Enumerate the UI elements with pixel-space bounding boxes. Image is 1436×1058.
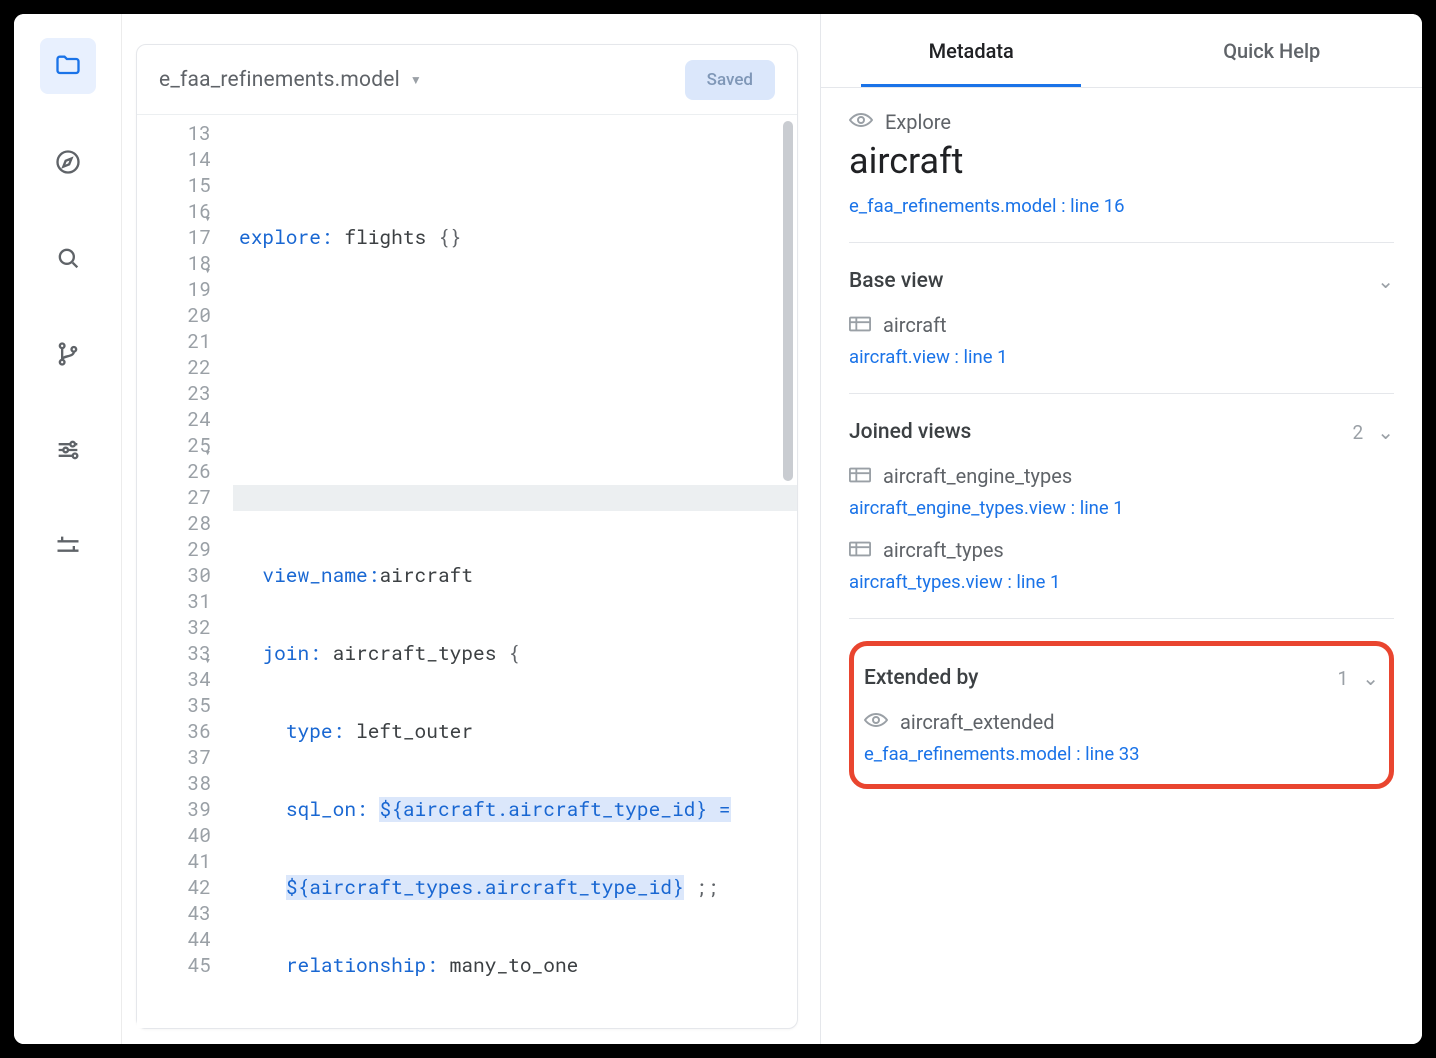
explore-icon xyxy=(864,710,888,734)
code-editor: e_faa_refinements.model ▼ Saved 13141516… xyxy=(136,44,798,1029)
view-icon xyxy=(849,464,871,488)
chevron-down-icon: ⌄ xyxy=(1362,666,1379,690)
explore-icon xyxy=(849,110,873,134)
search-icon[interactable] xyxy=(40,230,96,286)
editor-body[interactable]: 1314151617181920212223242526272829303132… xyxy=(137,115,797,1028)
settings-sliders-icon[interactable] xyxy=(40,422,96,478)
joined-view-link[interactable]: aircraft_types.view : line 1 xyxy=(849,568,1394,596)
section-extended-by[interactable]: Extended by 1⌄ xyxy=(864,662,1379,694)
view-layout-icon[interactable] xyxy=(40,518,96,574)
extended-link[interactable]: e_faa_refinements.model : line 33 xyxy=(864,740,1379,768)
compass-icon[interactable] xyxy=(40,134,96,190)
extended-by-callout: Extended by 1⌄ aircraft_extended e_faa_r… xyxy=(849,641,1394,789)
joined-view-link[interactable]: aircraft_engine_types.view : line 1 xyxy=(849,494,1394,522)
tab-quick-help[interactable]: Quick Help xyxy=(1122,39,1423,63)
object-kind: Explore xyxy=(885,110,951,134)
section-base-view[interactable]: Base view ⌄ xyxy=(849,265,1394,297)
joined-view-name: aircraft_types xyxy=(883,538,1004,562)
file-name: e_faa_refinements.model xyxy=(159,68,400,92)
extended-name: aircraft_extended xyxy=(900,710,1054,734)
folder-icon[interactable] xyxy=(40,38,96,94)
joined-view-name: aircraft_engine_types xyxy=(883,464,1072,488)
chevron-down-icon: ⌄ xyxy=(1377,420,1394,444)
saved-badge: Saved xyxy=(685,60,775,100)
definition-link[interactable]: e_faa_refinements.model : line 16 xyxy=(849,192,1394,220)
base-view-name: aircraft xyxy=(883,313,947,337)
scrollbar-thumb[interactable] xyxy=(783,121,793,481)
line-number-gutter: 1314151617181920212223242526272829303132… xyxy=(137,115,227,1028)
section-joined-views[interactable]: Joined views 2⌄ xyxy=(849,416,1394,448)
git-branch-icon[interactable] xyxy=(40,326,96,382)
file-name-dropdown[interactable]: e_faa_refinements.model ▼ xyxy=(159,68,422,92)
code-area[interactable]: explore: flights {} explore: aircraft { … xyxy=(227,115,797,1028)
metadata-panel: Metadata Quick Help Explore aircraft e_f… xyxy=(820,14,1422,1044)
chevron-down-icon: ▼ xyxy=(410,73,422,87)
left-icon-rail xyxy=(14,14,122,1044)
view-icon xyxy=(849,538,871,562)
base-view-link[interactable]: aircraft.view : line 1 xyxy=(849,343,1394,371)
tab-metadata[interactable]: Metadata xyxy=(821,39,1122,63)
panel-tabs: Metadata Quick Help xyxy=(821,14,1422,88)
view-icon xyxy=(849,313,871,337)
chevron-down-icon: ⌄ xyxy=(1377,269,1394,293)
object-name: aircraft xyxy=(849,140,1394,182)
